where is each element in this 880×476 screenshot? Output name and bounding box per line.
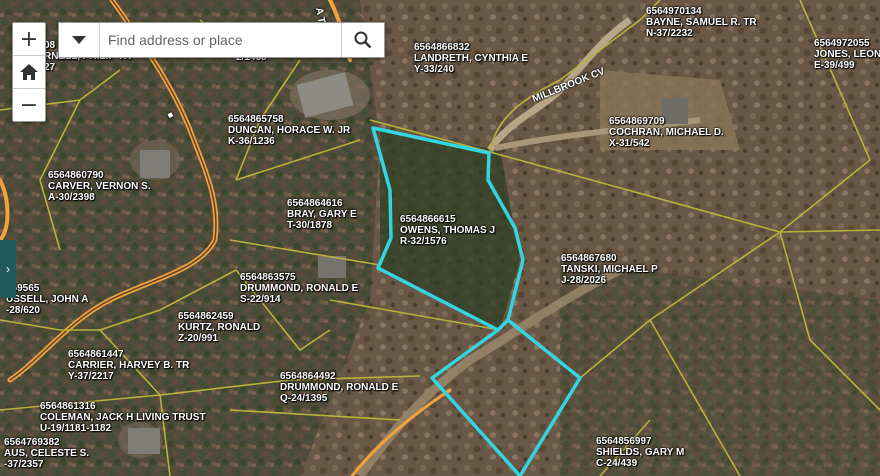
side-panel-toggle[interactable]: ›: [0, 240, 16, 298]
search-button[interactable]: [341, 23, 384, 57]
search-input[interactable]: [100, 23, 341, 57]
home-icon: [20, 64, 38, 80]
home-button[interactable]: [13, 56, 45, 89]
caret-down-icon: [72, 36, 86, 44]
map-canvas[interactable]: [0, 0, 880, 476]
zoom-out-button[interactable]: −: [13, 89, 45, 121]
search-widget: [58, 22, 385, 58]
search-source-dropdown[interactable]: [59, 23, 100, 57]
zoom-in-button[interactable]: +: [13, 23, 45, 56]
aerial-imagery: [0, 0, 880, 476]
search-icon: [354, 31, 372, 49]
zoom-control: + −: [12, 22, 46, 122]
chevron-right-icon: ›: [6, 262, 10, 276]
